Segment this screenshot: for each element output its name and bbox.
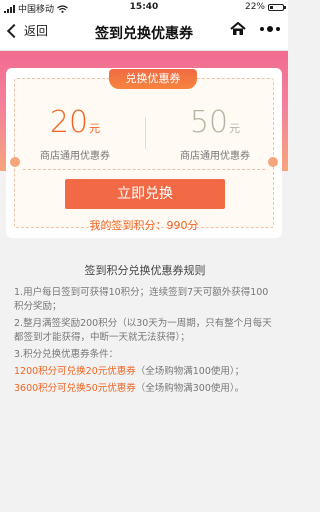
rule-line-5: 3600积分可兑换50元优惠券（全场购物满300使用）。 — [14, 382, 276, 396]
battery-icon — [268, 3, 286, 11]
card-tab: 兑换优惠券 — [109, 69, 197, 89]
coupon-label: 商店通用优惠券 — [40, 151, 110, 162]
card-separator — [23, 169, 265, 170]
rule-line-1: 1.用户每日签到可获得10积分；连续签到7天可额外获得100积分奖励； — [14, 287, 269, 312]
coupon-amount-unit: 元 — [229, 122, 241, 135]
rule-condition: （全场购物满300使用）。 — [135, 383, 245, 394]
rules-section: 签到积分兑换优惠券规则 1.用户每日签到可获得10积分；连续签到7天可额外获得1… — [14, 264, 276, 399]
coupon-amount-unit: 元 — [89, 122, 101, 135]
coupon-amount-value: 20 — [49, 105, 89, 140]
home-icon[interactable] — [230, 22, 246, 36]
nav-bar: 返回 签到兑换优惠券 — [0, 14, 288, 51]
card-notch-left — [10, 157, 20, 167]
coupon-20[interactable]: 20元 商店通用优惠券 — [15, 107, 135, 163]
coupon-divider — [145, 117, 146, 149]
coupon-amount: 50元 — [155, 107, 275, 145]
nav-actions — [230, 22, 280, 36]
coupon-card-inner: 兑换优惠券 20元 商店通用优惠券 50元 商店通用优惠券 立即兑换 我的签到积… — [10, 69, 278, 232]
coupon-amount: 20元 — [15, 107, 135, 145]
rule-highlight: 3600积分可兑换50元优惠券 — [14, 383, 136, 394]
my-points: 我的签到积分：990分 — [89, 219, 199, 232]
rule-line-4: 1200积分可兑换20元优惠券（全场购物满100使用）； — [14, 365, 276, 379]
rule-highlight: 1200积分可兑换20元优惠券 — [14, 366, 136, 377]
rules-title: 签到积分兑换优惠券规则 — [84, 264, 206, 277]
status-bar: 中国移动 15:40 22% — [0, 0, 288, 15]
coupon-50[interactable]: 50元 商店通用优惠券 — [155, 107, 275, 163]
coupon-label: 商店通用优惠券 — [180, 151, 250, 162]
rule-line-3: 3.积分兑换优惠券条件： — [14, 349, 119, 360]
status-right: 22% — [244, 2, 286, 12]
battery-percent: 22% — [244, 2, 265, 12]
coupon-amount-value: 50 — [189, 105, 229, 140]
rule-condition: （全场购物满100使用）； — [135, 366, 245, 377]
coupon-card: 兑换优惠券 20元 商店通用优惠券 50元 商店通用优惠券 立即兑换 我的签到积… — [6, 68, 282, 238]
more-icon[interactable] — [260, 26, 280, 32]
redeem-button[interactable]: 立即兑换 — [65, 179, 225, 209]
card-notch-right — [268, 157, 278, 167]
rule-line-2: 2.整月满签奖励200积分（以30天为一周期，只有整个月每天都签到才能获得，中断… — [14, 318, 272, 343]
